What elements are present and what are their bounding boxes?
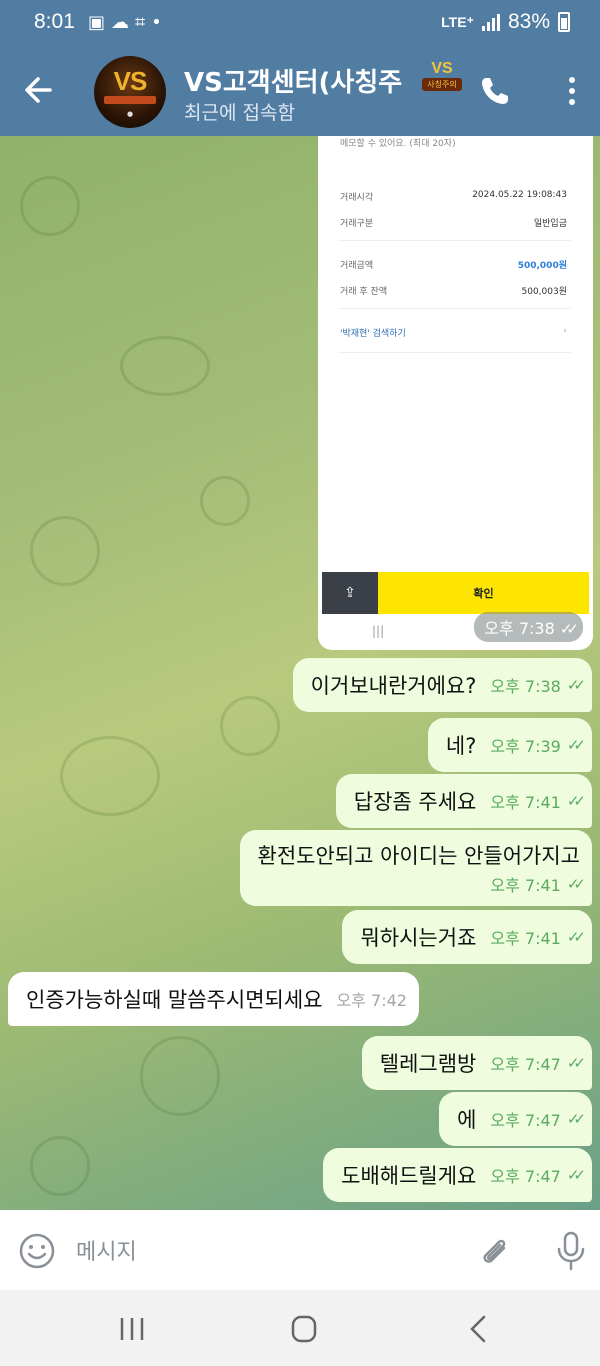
read-checkmarks-icon: ✓✓	[566, 1054, 586, 1072]
chat-area[interactable]: 메모할 수 있어요. (최대 20자) 거래시각 2024.05.22 19:0…	[0, 136, 600, 1210]
phone-icon[interactable]	[478, 74, 512, 108]
gallery-icon: ▣	[88, 12, 112, 33]
dot-icon: •	[151, 12, 168, 33]
outgoing-message[interactable]: 도배해드릴게요 오후 7:47 ✓✓	[323, 1148, 592, 1202]
more-options-icon[interactable]	[560, 74, 584, 108]
last-seen-status: 최근에 접속함	[184, 102, 295, 124]
emoji-icon[interactable]	[18, 1232, 56, 1270]
share-icon: ⇪	[322, 572, 378, 614]
screenshot-icon: ⌗	[135, 12, 152, 33]
search-link: '박재현' 검색하기 ›	[340, 326, 567, 339]
battery-percent: 83%	[507, 10, 550, 33]
read-checkmarks-icon: ✓✓	[566, 792, 586, 810]
back-arrow-icon[interactable]	[20, 72, 56, 108]
image-message[interactable]: 메모할 수 있어요. (최대 20자) 거래시각 2024.05.22 19:0…	[318, 136, 593, 650]
cloud-icon: ☁	[111, 12, 136, 33]
read-checkmarks-icon: ✓✓	[566, 736, 586, 754]
read-checkmarks-icon: ✓✓	[559, 620, 579, 638]
signal-icon	[481, 13, 500, 31]
transaction-row: 거래시각 2024.05.22 19:08:43	[340, 190, 567, 203]
home-icon[interactable]	[284, 1312, 324, 1346]
microphone-icon[interactable]	[554, 1230, 588, 1272]
transaction-row: 거래구분 일반입금	[340, 219, 567, 229]
battery-icon	[558, 12, 570, 32]
notification-icons: ▣☁⌗•	[88, 12, 168, 33]
outgoing-message[interactable]: 이거보내란거에요? 오후 7:38 ✓✓	[292, 658, 592, 712]
outgoing-message[interactable]: 뭐하시는거죠 오후 7:41 ✓✓	[342, 910, 592, 964]
read-checkmarks-icon: ✓✓	[566, 928, 586, 946]
status-bar: 8:01 ▣☁⌗• LTE⁺ 83%	[0, 0, 600, 46]
avatar[interactable]: VS ●	[94, 56, 166, 128]
warning-badge: VS 사칭주의	[422, 60, 462, 96]
image-nav-bar: |||	[372, 624, 385, 638]
read-checkmarks-icon: ✓✓	[566, 676, 586, 694]
memo-hint: 메모할 수 있어요. (최대 20자)	[340, 139, 456, 149]
recent-apps-icon[interactable]	[112, 1312, 152, 1346]
status-time: 8:01	[34, 10, 75, 33]
system-nav-bar	[0, 1290, 600, 1366]
incoming-message[interactable]: 인증가능하실때 말씀주시면되세요 오후 7:42	[8, 972, 419, 1026]
transaction-row: 거래 후 잔액 500,003원	[340, 287, 567, 297]
read-checkmarks-icon: ✓✓	[566, 1110, 586, 1128]
message-time: 오후 7:38 ✓✓	[474, 612, 583, 642]
outgoing-message[interactable]: 에 오후 7:47 ✓✓	[439, 1092, 592, 1146]
outgoing-message[interactable]: 텔레그램방 오후 7:47 ✓✓	[361, 1036, 592, 1090]
read-checkmarks-icon: ✓✓	[566, 1166, 586, 1184]
outgoing-message[interactable]: 네? 오후 7:39 ✓✓	[427, 718, 592, 772]
chevron-right-icon: ›	[563, 326, 567, 336]
back-icon[interactable]	[458, 1312, 498, 1346]
outgoing-message[interactable]: 환전도안되고 아이디는 안들어가지고 오후 7:41 ✓✓	[239, 830, 592, 906]
top-bar: 8:01 ▣☁⌗• LTE⁺ 83% VS ● VS고객센터(사칭주 VS 사칭…	[0, 0, 600, 136]
read-checkmarks-icon: ✓✓	[566, 875, 586, 893]
message-input-bar: 메시지	[0, 1210, 600, 1290]
transaction-row: 거래금액 500,000원	[340, 261, 567, 271]
chat-title[interactable]: VS고객센터(사칭주	[184, 62, 414, 99]
message-input[interactable]: 메시지	[76, 1234, 137, 1266]
outgoing-message[interactable]: 답장좀 주세요 오후 7:41 ✓✓	[335, 774, 592, 828]
confirm-button-image: 확인	[378, 572, 589, 614]
paperclip-icon[interactable]	[476, 1232, 514, 1270]
network-type: LTE⁺	[441, 14, 474, 30]
avatar-logo: VS	[113, 66, 148, 96]
